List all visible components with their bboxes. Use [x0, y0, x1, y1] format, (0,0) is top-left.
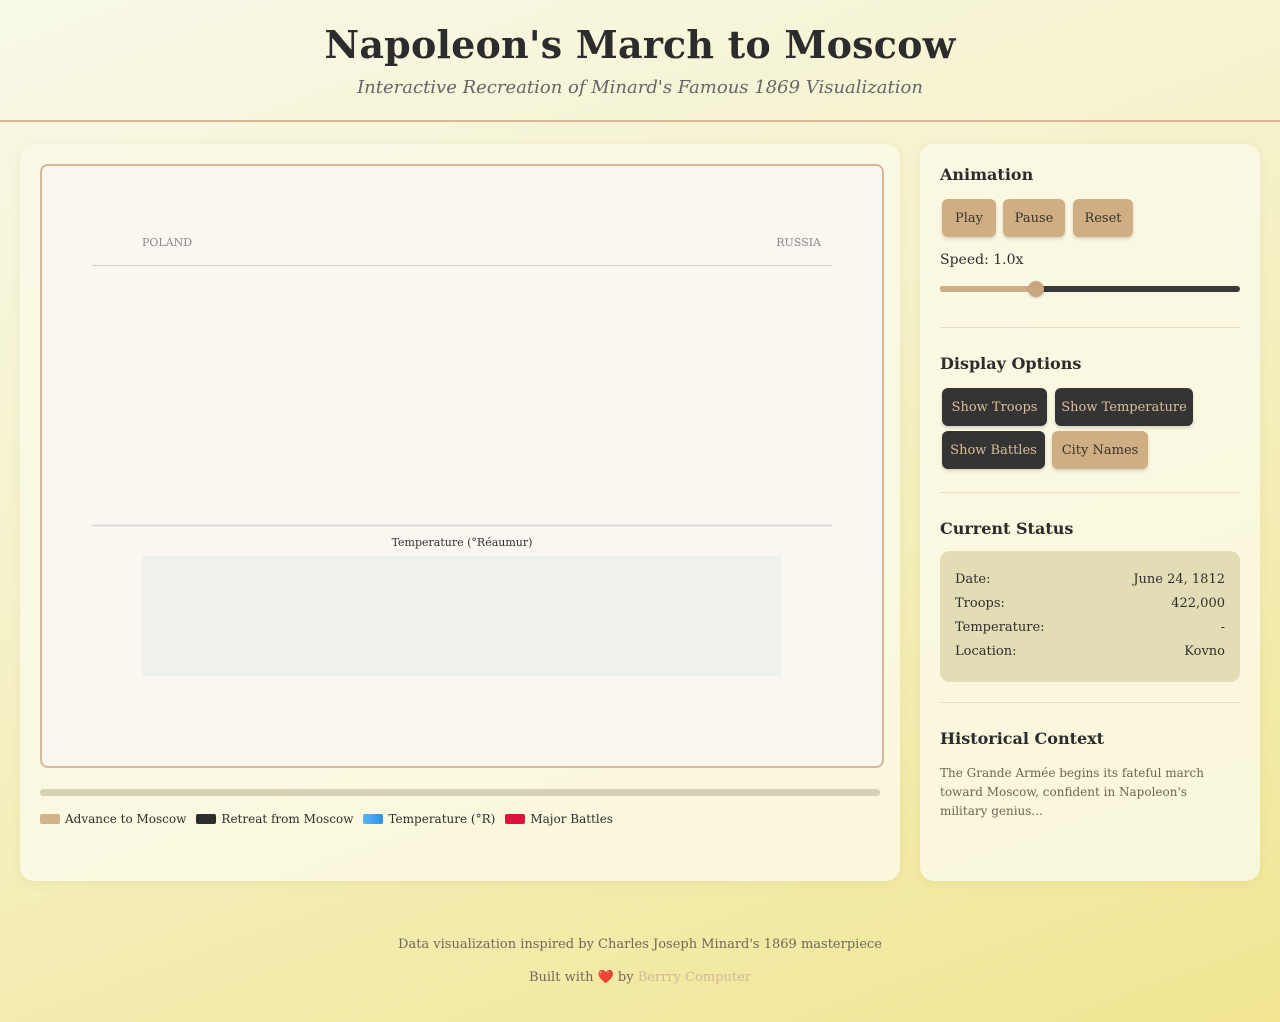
region-label-russia: RUSSIA — [776, 236, 822, 249]
built-with-text: Built with — [528, 970, 594, 985]
legend-item-advance: Advance to Moscow — [40, 812, 186, 826]
status-value-date: June 24, 1812 — [1133, 572, 1225, 587]
temperature-swatch — [363, 814, 384, 824]
page-title: Napoleon's March to Moscow — [324, 22, 956, 67]
status-key: Date: — [955, 572, 991, 587]
speed-slider[interactable] — [940, 281, 1240, 297]
battles-swatch — [505, 814, 526, 824]
legend-item-retreat: Retreat from Moscow — [196, 812, 353, 826]
display-options-title: Display Options — [940, 354, 1082, 373]
temperature-chart-title: Temperature (°Réaumur) — [392, 536, 533, 549]
current-status-title: Current Status — [940, 519, 1074, 538]
status-box: Date: June 24, 1812 Troops: 422,000 Temp… — [940, 551, 1240, 682]
visualization-panel: POLAND RUSSIA Temperature (°Réaumur) Adv… — [20, 144, 900, 881]
status-row-troops: Troops: 422,000 — [955, 596, 1225, 616]
status-key: Temperature: — [955, 620, 1045, 635]
reset-button[interactable]: Reset — [1073, 199, 1133, 237]
timeline-progress[interactable] — [40, 789, 880, 796]
berrry-computer-link[interactable]: Berrry Computer — [638, 970, 751, 985]
section-divider — [940, 702, 1240, 703]
control-panel: Animation Play Pause Reset Speed: 1.0x D… — [920, 144, 1260, 881]
section-divider — [940, 492, 1240, 493]
temperature-chart-area — [142, 556, 782, 676]
show-temperature-toggle[interactable]: Show Temperature — [1055, 388, 1193, 426]
advance-swatch — [40, 814, 60, 824]
page-subtitle: Interactive Recreation of Minard's Famou… — [357, 77, 923, 98]
historical-context-text: The Grande Armée begins its fateful marc… — [940, 766, 1204, 818]
legend-label: Major Battles — [530, 812, 613, 826]
legend-label: Retreat from Moscow — [221, 812, 354, 826]
footer-credit: Data visualization inspired by Charles J… — [398, 937, 882, 952]
speed-label: Speed: 1.0x — [940, 252, 1024, 268]
legend-item-temperature: Temperature (°R) — [363, 812, 495, 826]
show-battles-toggle[interactable]: Show Battles — [942, 431, 1045, 469]
status-key: Location: — [955, 644, 1017, 659]
animation-section-title: Animation — [940, 165, 1034, 184]
map-canvas[interactable]: POLAND RUSSIA Temperature (°Réaumur) — [40, 164, 884, 768]
status-key: Troops: — [955, 596, 1005, 611]
heart-icon: ❤️ — [597, 970, 614, 985]
play-button[interactable]: Play — [942, 199, 996, 237]
status-value-troops: 422,000 — [1171, 596, 1225, 611]
footer-built-with: Built with ❤️ by Berrry Computer — [0, 970, 1280, 985]
by-text: by — [617, 970, 634, 985]
page-header: Napoleon's March to Moscow Interactive R… — [0, 0, 1280, 122]
speed-slider-fill — [940, 286, 1036, 292]
map-svg: POLAND RUSSIA Temperature (°Réaumur) — [92, 236, 832, 676]
status-value-location: Kovno — [1184, 644, 1225, 659]
legend-label: Temperature (°R) — [388, 812, 496, 826]
legend: Advance to Moscow Retreat from Moscow Te… — [40, 812, 613, 826]
status-row-temperature: Temperature: - — [955, 620, 1225, 640]
retreat-swatch — [196, 814, 217, 824]
status-row-location: Location: Kovno — [955, 644, 1225, 664]
show-troops-toggle[interactable]: Show Troops — [942, 388, 1047, 426]
legend-item-battles: Major Battles — [505, 812, 613, 826]
speed-slider-thumb[interactable] — [1028, 281, 1044, 297]
city-names-toggle[interactable]: City Names — [1052, 431, 1148, 469]
legend-label: Advance to Moscow — [65, 812, 187, 826]
historical-context-title: Historical Context — [940, 729, 1105, 748]
pause-button[interactable]: Pause — [1003, 199, 1065, 237]
status-row-date: Date: June 24, 1812 — [955, 572, 1225, 592]
region-label-poland: POLAND — [142, 236, 192, 249]
status-value-temperature: - — [1220, 620, 1225, 635]
section-divider — [940, 327, 1240, 328]
